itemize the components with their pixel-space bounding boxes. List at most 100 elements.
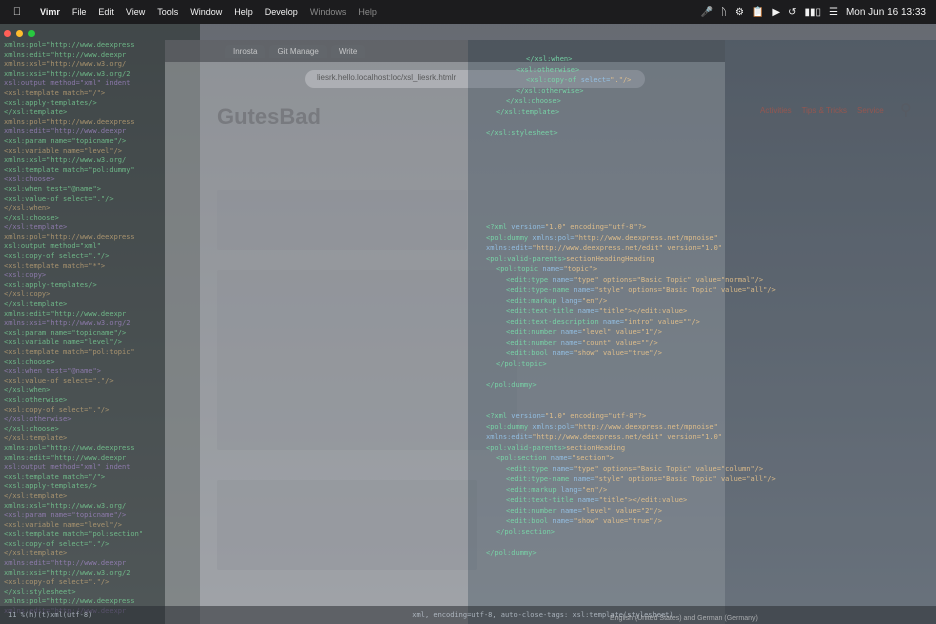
code-str: "en"/> [581,485,608,494]
bluetooth-icon[interactable]: ᚢ [721,7,727,18]
code-line: <pol:valid-parents>sectionHeading [476,443,930,454]
code-tag: <edit:type [506,464,549,473]
code-line: </xsl:choose> [476,96,930,107]
tools-icon[interactable]: ⚙ [735,7,744,18]
code-tag: <pol:dummy [486,422,529,431]
code-tag: </pol:topic> [496,359,547,368]
language-indicator[interactable]: English (United States) and German (Germ… [610,615,758,622]
code-str: "style" options="Basic Topic" value="all… [594,475,776,483]
code-tag: <edit:number [506,338,557,347]
nav-service[interactable]: Service [857,106,884,115]
menu-file[interactable]: File [66,7,93,17]
code-line: <xsl:copy-of select="."/> [476,75,930,86]
play-icon[interactable]: ▶ [772,7,780,18]
code-str: "title"></edit:value> [598,496,688,504]
code-str: "title"></edit:value> [598,307,688,315]
maximize-icon[interactable] [28,30,35,37]
code-line: <edit:markup lang="en"/> [476,296,930,307]
tab-inrosta[interactable]: Inrosta [225,44,266,58]
menu-help[interactable]: Help [228,7,259,17]
code-tag: <edit:text-title [506,307,574,315]
code-line: <edit:text-description name="intro" valu… [476,317,930,328]
time-machine-icon[interactable]: ↺ [788,7,796,18]
code-line: <edit:number name="level" value="2"/> [476,506,930,517]
code-line: <xsl:otherwise> [476,65,930,76]
site-nav: Activities Tips & Tricks Service [760,106,910,115]
code-str: "http://www.deexpress.net/edit" version=… [532,433,723,441]
close-icon[interactable] [4,30,11,37]
code-attr: name= [556,338,582,347]
code-str: "http://www.deexpress.net/mpnoise" [574,233,718,242]
code-line: <edit:text-title name="title"></edit:val… [476,306,930,317]
code-line: </xsl:when> [476,54,930,65]
code-tag: </pol:dummy> [486,548,537,557]
code-line: </pol:dummy> [476,548,930,559]
desktop: xmlns:pol="http://www.deexpress xmlns:edi… [0,24,936,624]
code-attr: name= [548,464,574,473]
code-tag: <edit:bool [506,517,549,525]
nav-tips[interactable]: Tips & Tricks [802,106,847,115]
menu-view[interactable]: View [120,7,151,17]
code-attr: version= [507,412,546,420]
code-str: "level" value="1"/> [581,328,662,336]
code-line: <edit:type name="type" options="Basic To… [476,275,930,286]
code-tag: </xsl:stylesheet> [486,128,558,137]
menu-tools[interactable]: Tools [151,7,184,17]
menu-window[interactable]: Window [184,7,228,17]
menu-ghost-help: Help [358,7,377,17]
code-attr: xmlns:pol= [528,422,575,431]
code-line: <pol:valid-parents>sectionHeadingHeading [476,254,930,265]
minimize-icon[interactable] [16,30,23,37]
code-line: </pol:dummy> [476,380,930,391]
code-tag: <?xml [486,223,508,231]
nav-activities[interactable]: Activities [760,106,792,115]
code-line: </pol:topic> [476,359,930,370]
apple-menu-icon[interactable]:  [0,6,34,18]
battery-icon[interactable]: ▮▮▯ [804,7,821,18]
code-attr: xmlns:edit= [486,244,533,252]
code-tag: <pol:valid-parents> [486,443,567,452]
tab-git-manage[interactable]: Git Manage [269,44,327,58]
code-str: "type" options="Basic Topic" value="colu… [573,464,764,473]
code-attr: name= [598,317,625,326]
menu-clock[interactable]: Mon Jun 16 13:33 [846,7,926,18]
menu-app-name[interactable]: Vimr [34,7,66,17]
code-attr: name= [548,517,574,525]
mic-icon[interactable]: 🎤 [700,7,712,18]
code-tag: <xsl:otherwise> [516,65,580,74]
code-attr: name= [573,307,599,315]
code-line: <?xml version="1.0" encoding="utf-8"?> [476,222,930,233]
code-line: <pol:topic name="topic"> [476,264,930,275]
tab-write[interactable]: Write [330,44,366,58]
menu-edit[interactable]: Edit [92,7,120,17]
code-editor[interactable]: </xsl:when> <xsl:otherwise> <xsl:copy-of s… [468,40,936,624]
code-line: <pol:dummy xmlns:pol="http://www.deexpre… [476,422,930,433]
code-tag: <edit:type-name [506,475,570,483]
code-str: "1.0" encoding="utf-8"?> [545,412,647,420]
code-attr: name= [548,275,574,284]
search-icon[interactable]: ⚲ [900,100,912,119]
code-attr: lang= [556,485,582,494]
code-str: "show" value="true"/> [573,517,662,525]
code-str: "http://www.deexpress.net/mpnoise" [574,422,718,431]
code-line: xmlns:edit="http://www.deexpress.net/edi… [476,432,930,443]
code-attr: name= [546,454,572,462]
code-attr: xmlns:pol= [528,233,575,242]
code-attr: name= [548,349,574,357]
code-line: <?xml version="1.0" encoding="utf-8"?> [476,411,930,422]
code-line: <edit:number name="level" value="1"/> [476,327,930,338]
code-tag: </xsl:choose> [506,97,561,105]
code-tag: <xsl:copy-of [526,76,577,84]
menu-develop[interactable]: Develop [259,7,304,17]
code-attr: name= [573,496,599,504]
control-center-icon[interactable]: ☰ [829,7,838,18]
code-tag: <pol:dummy [486,233,529,242]
paste-icon[interactable]: 📋 [752,7,764,18]
code-attr: version= [507,223,546,231]
code-attr: xmlns:edit= [486,433,533,441]
